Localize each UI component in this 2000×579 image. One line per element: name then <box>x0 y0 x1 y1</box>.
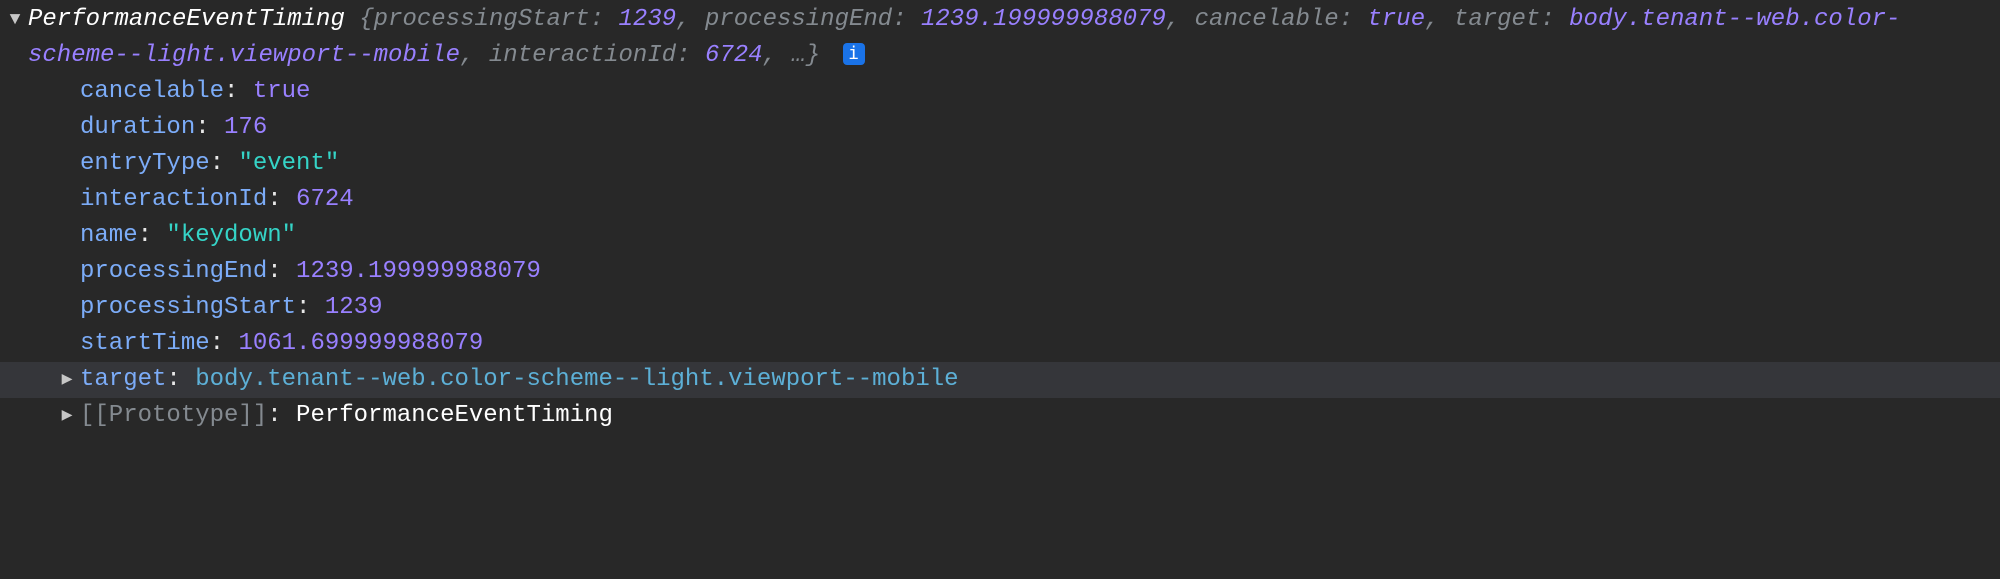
property-key: processingStart <box>80 294 296 321</box>
property-value-domnode[interactable]: body.tenant--web.color-scheme--light.vie… <box>195 366 958 393</box>
property-key: name <box>80 222 138 249</box>
property-value: PerformanceEventTiming <box>296 402 613 429</box>
info-icon[interactable]: i <box>843 43 865 65</box>
property-row-name[interactable]: ▶ name: "keydown" <box>0 218 2000 254</box>
console-object-tree: ▼ PerformanceEventTiming {processingStar… <box>0 0 2000 438</box>
property-row-prototype[interactable]: ▶ [[Prototype]]: PerformanceEventTiming <box>0 398 2000 434</box>
property-value: "keydown" <box>166 222 296 249</box>
property-key-prototype: [[Prototype]] <box>80 402 267 429</box>
property-value: "event" <box>238 150 339 177</box>
property-key: cancelable <box>80 78 224 105</box>
property-value: 1239 <box>325 294 383 321</box>
property-value: true <box>253 78 311 105</box>
object-summary-row[interactable]: ▼ PerformanceEventTiming {processingStar… <box>0 2 2000 74</box>
property-key: processingEnd <box>80 258 267 285</box>
property-row-target[interactable]: ▶ target: body.tenant--web.color-scheme-… <box>0 362 2000 398</box>
property-value: 6724 <box>296 186 354 213</box>
property-row-duration[interactable]: ▶ duration: 176 <box>0 110 2000 146</box>
property-row-processingend[interactable]: ▶ processingEnd: 1239.199999988079 <box>0 254 2000 290</box>
property-value: 1239.199999988079 <box>296 258 541 285</box>
property-key: startTime <box>80 330 210 357</box>
property-key: duration <box>80 114 195 141</box>
disclosure-triangle-right-icon[interactable]: ▶ <box>58 398 76 434</box>
property-row-interactionid[interactable]: ▶ interactionId: 6724 <box>0 182 2000 218</box>
property-key: target <box>80 366 166 393</box>
disclosure-triangle-right-icon[interactable]: ▶ <box>58 362 76 398</box>
property-row-cancelable[interactable]: ▶ cancelable: true <box>0 74 2000 110</box>
property-row-entrytype[interactable]: ▶ entryType: "event" <box>0 146 2000 182</box>
property-key: interactionId <box>80 186 267 213</box>
disclosure-triangle-down-icon[interactable]: ▼ <box>6 2 24 38</box>
property-row-processingstart[interactable]: ▶ processingStart: 1239 <box>0 290 2000 326</box>
property-key: entryType <box>80 150 210 177</box>
property-value: 1061.699999988079 <box>238 330 483 357</box>
property-row-starttime[interactable]: ▶ startTime: 1061.699999988079 <box>0 326 2000 362</box>
object-summary-text: PerformanceEventTiming {processingStart:… <box>28 2 2000 74</box>
property-value: 176 <box>224 114 267 141</box>
object-class-name: PerformanceEventTiming <box>28 6 345 33</box>
